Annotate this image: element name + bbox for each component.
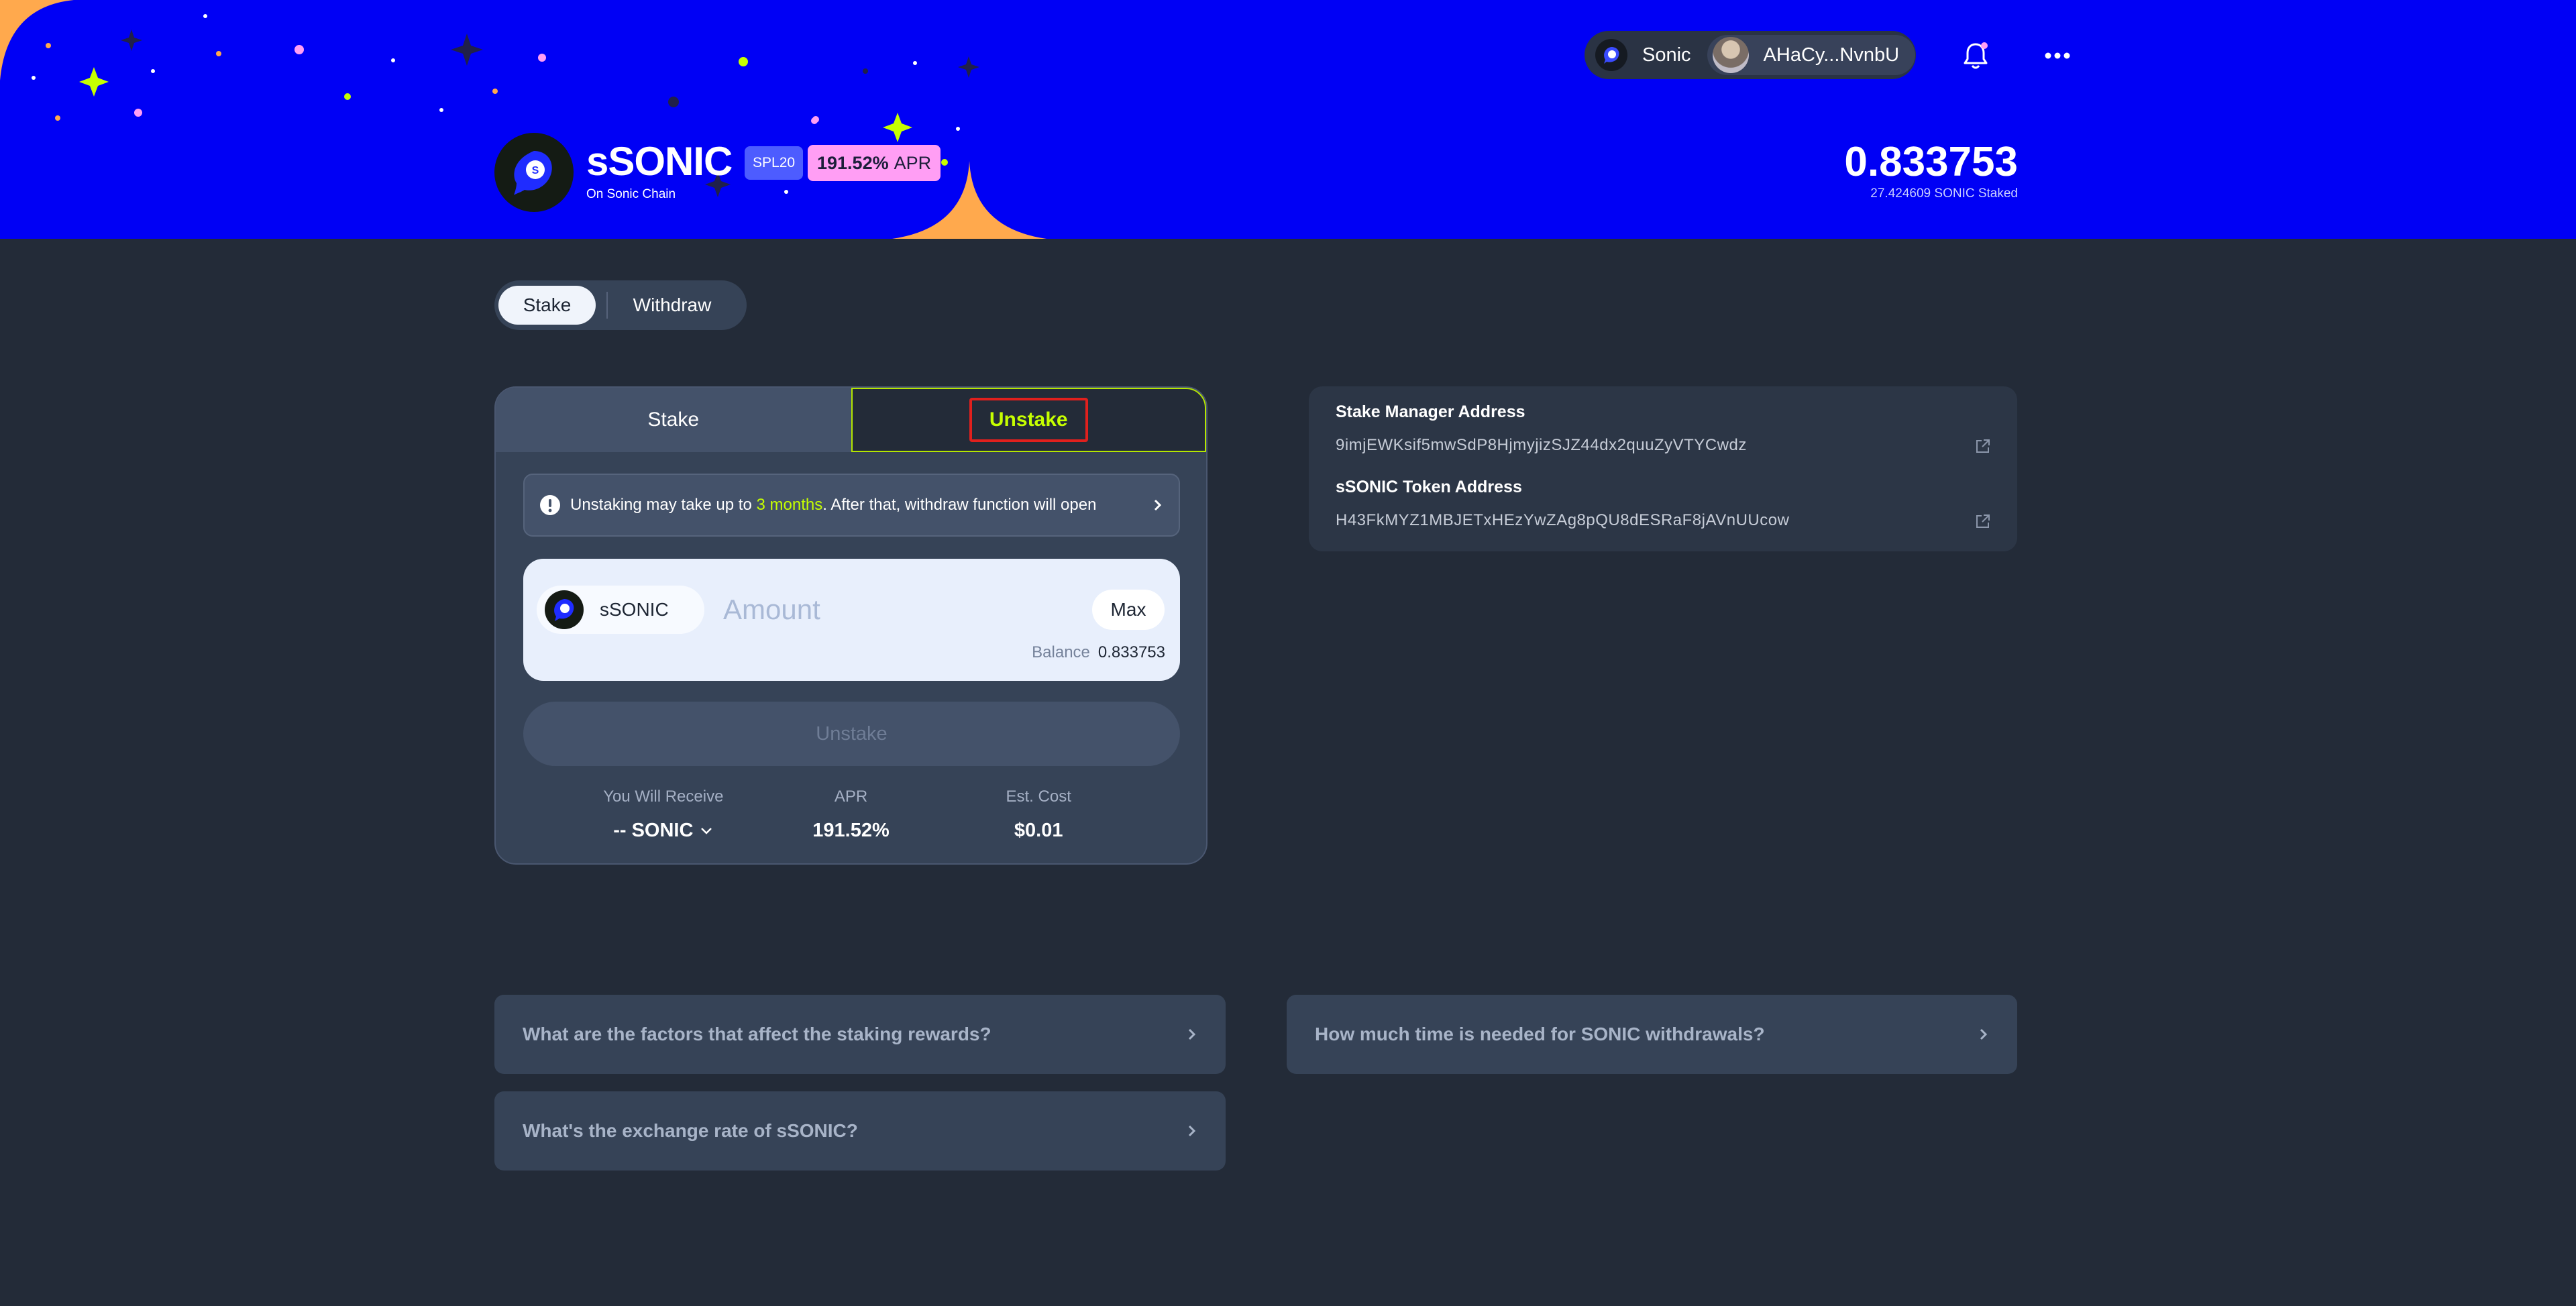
tab-unstake-label: Unstake bbox=[969, 398, 1088, 442]
mode-tabs: Stake Withdraw bbox=[494, 280, 747, 330]
faq-item[interactable]: What are the factors that affect the sta… bbox=[494, 995, 1226, 1074]
external-link-icon[interactable] bbox=[1974, 437, 1992, 455]
token-standard-badge: SPL20 bbox=[745, 146, 804, 180]
balance-label: Balance bbox=[1032, 643, 1090, 661]
tab-stake-mode[interactable]: Stake bbox=[498, 286, 596, 325]
chevron-right-icon bbox=[1154, 499, 1162, 511]
unstake-notice[interactable]: Unstaking may take up to 3 months. After… bbox=[523, 474, 1180, 537]
faq-question: What are the factors that affect the sta… bbox=[523, 1024, 991, 1044]
faq-item[interactable]: How much time is needed for SONIC withdr… bbox=[1287, 995, 2017, 1074]
starfield-decoration bbox=[0, 0, 1046, 239]
unstake-button[interactable]: Unstake bbox=[523, 702, 1180, 766]
apr-badge: 191.52% APR bbox=[808, 145, 941, 181]
more-icon[interactable] bbox=[2041, 39, 2074, 72]
receive-label: You Will Receive bbox=[603, 787, 724, 806]
token-name: sSONIC bbox=[586, 139, 733, 184]
token-selector-label: sSONIC bbox=[600, 599, 669, 620]
ssonic-token-icon bbox=[545, 590, 584, 629]
faq-question: What's the exchange rate of sSONIC? bbox=[523, 1120, 858, 1141]
max-button[interactable]: Max bbox=[1092, 590, 1165, 630]
wallet-address: AHaCy...NvnbU bbox=[1763, 44, 1900, 66]
chevron-down-icon bbox=[701, 827, 712, 834]
notice-highlight: 3 months bbox=[756, 496, 823, 514]
stake-manager-title: Stake Manager Address bbox=[1336, 402, 1525, 421]
notice-text: Unstaking may take up to 3 months. After… bbox=[570, 496, 1096, 514]
tab-divider bbox=[606, 292, 608, 319]
faq-item[interactable]: What's the exchange rate of sSONIC? bbox=[494, 1091, 1226, 1171]
notice-suffix: . After that, withdraw function will ope… bbox=[822, 496, 1097, 514]
bell-icon[interactable] bbox=[1959, 39, 1992, 72]
tab-stake[interactable]: Stake bbox=[496, 388, 851, 452]
avatar bbox=[1712, 37, 1749, 73]
cost-label: Est. Cost bbox=[1006, 787, 1071, 806]
external-link-icon[interactable] bbox=[1974, 512, 1992, 530]
alert-icon bbox=[540, 495, 560, 515]
unstake-card: Stake Unstake Unstaking may take up to 3… bbox=[494, 386, 1208, 865]
apr-value: 191.52% bbox=[812, 820, 890, 841]
receive-value-row[interactable]: -- SONIC bbox=[613, 820, 713, 842]
token-chain: On Sonic Chain bbox=[586, 187, 676, 201]
apr-stat: APR 191.52% bbox=[757, 787, 945, 842]
svg-text:S: S bbox=[532, 165, 539, 176]
card-tabs: Stake Unstake bbox=[496, 388, 1206, 452]
ssonic-logo-icon: S bbox=[494, 133, 574, 212]
balance-row: Balance 0.833753 bbox=[1032, 643, 1165, 662]
summary-stats: You Will Receive -- SONIC APR 191.52% Es… bbox=[496, 787, 1206, 842]
network-label: Sonic bbox=[1642, 44, 1691, 66]
apr-badge-value: 191.52% bbox=[817, 152, 889, 173]
chevron-right-icon bbox=[1980, 1028, 1988, 1040]
cost-value: $0.01 bbox=[1014, 820, 1063, 841]
stake-manager-address: 9imjEWKsif5mwSdP8HjmyjizSJZ44dx2quuZyVTY… bbox=[1336, 436, 1747, 454]
apr-label: APR bbox=[834, 787, 868, 806]
tab-withdraw-mode[interactable]: Withdraw bbox=[619, 286, 726, 325]
sonic-logo-icon bbox=[1595, 39, 1627, 71]
wallet-pill[interactable]: Sonic AHaCy...NvnbU bbox=[1585, 31, 1916, 79]
token-selector[interactable]: sSONIC bbox=[537, 586, 704, 634]
tab-unstake[interactable]: Unstake bbox=[851, 388, 1206, 452]
staked-balance: 0.833753 bbox=[1844, 139, 2018, 185]
address-panel: Stake Manager Address 9imjEWKsif5mwSdP8H… bbox=[1309, 386, 2017, 551]
token-address: H43FkMYZ1MBJETxHEzYwZAg8pQU8dESRaF8jAVnU… bbox=[1336, 511, 1790, 529]
amount-box: sSONIC Max Balance 0.833753 bbox=[523, 559, 1180, 681]
chevron-right-icon bbox=[1188, 1125, 1196, 1137]
notice-prefix: Unstaking may take up to bbox=[570, 496, 757, 514]
wallet-address-chip[interactable]: AHaCy...NvnbU bbox=[1707, 35, 1916, 75]
cost-stat: Est. Cost $0.01 bbox=[945, 787, 1132, 842]
balance-value: 0.833753 bbox=[1097, 643, 1165, 661]
amount-input[interactable] bbox=[723, 588, 1072, 631]
apr-badge-label: APR bbox=[894, 152, 932, 173]
chevron-right-icon bbox=[1188, 1028, 1196, 1040]
faq-question: How much time is needed for SONIC withdr… bbox=[1315, 1024, 1765, 1044]
network-selector[interactable]: Sonic bbox=[1591, 39, 1691, 71]
receive-stat: You Will Receive -- SONIC bbox=[570, 787, 757, 842]
receive-value: -- SONIC bbox=[613, 820, 694, 841]
token-address-title: sSONIC Token Address bbox=[1336, 478, 1522, 496]
hero-banner: S sSONIC On Sonic Chain SPL20 191.52% AP… bbox=[0, 0, 2576, 239]
staked-sub-text: 27.424609 SONIC Staked bbox=[1870, 186, 2018, 201]
